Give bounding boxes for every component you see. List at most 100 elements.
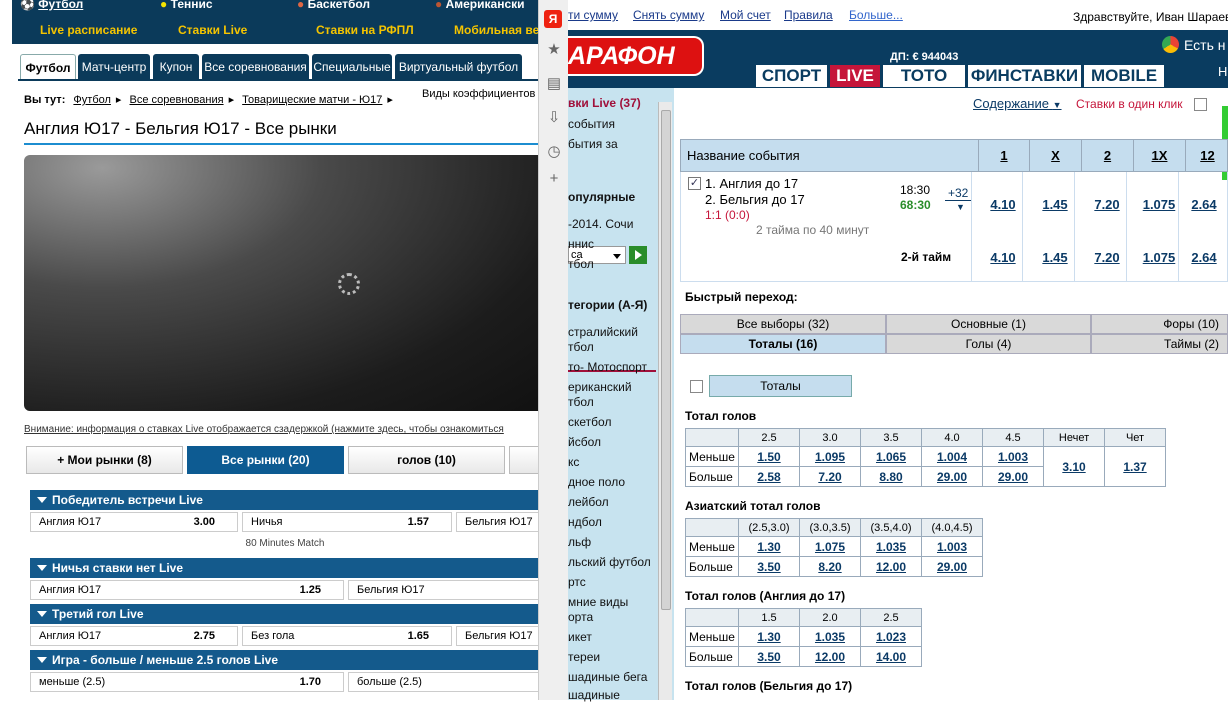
event-checkbox[interactable]: ✓ — [688, 177, 701, 190]
odds-even[interactable]: 1.37 — [1104, 446, 1166, 487]
marathon-logo[interactable]: АРАФОН — [568, 36, 704, 76]
odds-cell[interactable]: 1.023 — [860, 626, 922, 647]
odds-cell[interactable]: 8.80 — [860, 466, 922, 487]
scrollbar-thumb[interactable] — [661, 110, 671, 610]
nav-item[interactable]: стралийский — [568, 325, 638, 339]
odds-cell[interactable]: 12.00 — [799, 646, 861, 667]
nav-events-for[interactable]: бытия за — [568, 137, 618, 151]
odds-cell[interactable]: 14.00 — [860, 646, 922, 667]
odds-cell[interactable]: 7.20 — [799, 466, 861, 487]
plus-icon[interactable]: + — [545, 170, 563, 188]
odds-cell[interactable]: 3.50 — [738, 646, 800, 667]
nav-toto[interactable]: ТОТО — [883, 65, 965, 87]
half-odds-2[interactable]: 7.20 — [1087, 250, 1127, 265]
filter-goals[interactable]: Голы (4) — [886, 334, 1091, 354]
sport-link-football[interactable]: ⚽ Футбол — [20, 0, 83, 11]
odds-cell[interactable]: Бельгия Ю17 — [456, 626, 540, 646]
odds-odd[interactable]: 3.10 — [1043, 446, 1105, 487]
link-rules[interactable]: Правила — [784, 8, 833, 22]
odds-cell[interactable]: 29.00 — [921, 556, 983, 577]
odds-cell[interactable]: 2.58 — [738, 466, 800, 487]
nav-item[interactable]: орта — [568, 610, 593, 624]
tab-coupon[interactable]: Купон — [153, 54, 199, 80]
totals-checkbox[interactable] — [690, 380, 703, 393]
breadcrumb-football[interactable]: Футбол — [73, 94, 111, 106]
odds-cell[interactable]: Англия Ю17 1.25 — [30, 580, 344, 600]
download-icon[interactable]: ⇩ — [545, 109, 563, 127]
nav-item[interactable]: лейбол — [568, 495, 609, 509]
nav-live[interactable]: LIVE — [830, 65, 880, 87]
note-icon[interactable]: ▤ — [545, 75, 563, 93]
link-live-schedule[interactable]: Live расписание — [40, 23, 137, 37]
nav-item[interactable]: мние виды — [568, 595, 628, 609]
half-odds-1x[interactable]: 1.075 — [1139, 250, 1179, 265]
live-video-player[interactable] — [24, 155, 540, 411]
market-header-winner[interactable]: Победитель встречи Live — [30, 490, 540, 510]
star-icon[interactable]: ★ — [545, 41, 563, 59]
link-rfpl-bets[interactable]: Ставки на РФПЛ — [316, 23, 414, 37]
yandex-icon[interactable]: Я — [544, 10, 562, 28]
filter-handicaps[interactable]: Форы (10) — [1091, 314, 1228, 334]
breadcrumb-friendly-u17[interactable]: Товарищеские матчи - Ю17 — [242, 94, 382, 106]
nav-item[interactable]: то- Мотоспорт — [568, 360, 647, 374]
odds-cell[interactable]: 1.035 — [860, 536, 922, 557]
odds-cell[interactable]: 1.30 — [738, 626, 800, 647]
odds-12[interactable]: 2.64 — [1184, 197, 1224, 212]
my-markets-button[interactable]: + Мои рынки (8) — [26, 446, 183, 474]
tab-football[interactable]: Футбол — [20, 54, 76, 80]
goals-markets-button[interactable]: голов (10) — [348, 446, 505, 474]
clock-icon[interactable]: ◷ — [545, 143, 563, 161]
nav-live-bets[interactable]: вки Live (37) — [568, 96, 641, 110]
sport-link-basketball[interactable]: ● Баскетбол — [297, 0, 370, 11]
tab-specials[interactable]: Специальные — [312, 54, 392, 80]
col-1[interactable]: 1 — [978, 140, 1029, 171]
more-markets-button[interactable] — [509, 446, 540, 474]
tab-virtual-football[interactable]: Виртуальный футбол — [395, 54, 522, 80]
nav-item[interactable]: тереи — [568, 650, 600, 664]
all-markets-button[interactable]: Все рынки (20) — [187, 446, 344, 474]
nav-item[interactable]: -2014. Сочи — [568, 217, 633, 231]
odds-cell[interactable]: 1.075 — [799, 536, 861, 557]
market-header-third-goal[interactable]: Третий гол Live — [30, 604, 540, 624]
odds-cell[interactable]: 1.095 — [799, 446, 861, 467]
odds-cell[interactable]: Ничья 1.57 — [242, 512, 452, 532]
odds-cell[interactable]: 1.003 — [982, 446, 1044, 467]
half-odds-1[interactable]: 4.10 — [983, 250, 1023, 265]
odds-format-label[interactable]: Виды коэффициентов — [422, 88, 535, 100]
nav-finbets[interactable]: ФИНСТАВКИ — [968, 65, 1081, 87]
link-mobile[interactable]: Мобильная ве — [454, 23, 539, 37]
col-x[interactable]: X — [1029, 140, 1081, 171]
nav-item[interactable]: шадиные бега — [568, 670, 647, 684]
nav-item[interactable]: дное поло — [568, 475, 625, 489]
sport-link-american[interactable]: ● Американски — [435, 0, 525, 11]
odds-cell[interactable]: 1.065 — [860, 446, 922, 467]
col-12[interactable]: 12 — [1185, 140, 1228, 171]
odds-cell[interactable]: 29.00 — [921, 466, 983, 487]
tab-match-center[interactable]: Матч-центр — [78, 54, 150, 80]
odds-cell[interactable]: больше (2.5) — [348, 672, 540, 692]
odds-cell[interactable]: 29.00 — [982, 466, 1044, 487]
col-1x[interactable]: 1X — [1133, 140, 1185, 171]
link-my-account[interactable]: Мой счет — [720, 8, 771, 22]
odds-cell[interactable]: 12.00 — [860, 556, 922, 577]
odds-cell[interactable]: 1.30 — [738, 536, 800, 557]
market-header-draw-no-bet[interactable]: Ничья ставки нет Live — [30, 558, 540, 578]
filter-main[interactable]: Основные (1) — [886, 314, 1091, 334]
nav-events[interactable]: события — [568, 117, 615, 131]
odds-cell[interactable]: Без гола 1.65 — [242, 626, 452, 646]
odds-1x[interactable]: 1.075 — [1139, 197, 1179, 212]
odds-cell[interactable]: 1.003 — [921, 536, 983, 557]
nav-mobile[interactable]: MOBILE — [1084, 65, 1164, 87]
sport-link-tennis[interactable]: ● Теннис — [160, 0, 213, 11]
nav-item[interactable]: ртс — [568, 575, 586, 589]
odds-1[interactable]: 4.10 — [983, 197, 1023, 212]
nav-item[interactable]: льский футбол — [568, 555, 651, 569]
nav-item[interactable]: ндбол — [568, 515, 602, 529]
nav-item[interactable]: икет — [568, 630, 592, 644]
link-withdraw[interactable]: Снять сумму — [633, 8, 704, 22]
nav-item[interactable]: тбол — [568, 257, 594, 271]
nav-sport[interactable]: СПОРТ — [756, 65, 827, 87]
odds-cell[interactable]: 3.50 — [738, 556, 800, 577]
contents-dropdown[interactable]: Содержание ▼ — [973, 96, 1062, 111]
odds-2[interactable]: 7.20 — [1087, 197, 1127, 212]
